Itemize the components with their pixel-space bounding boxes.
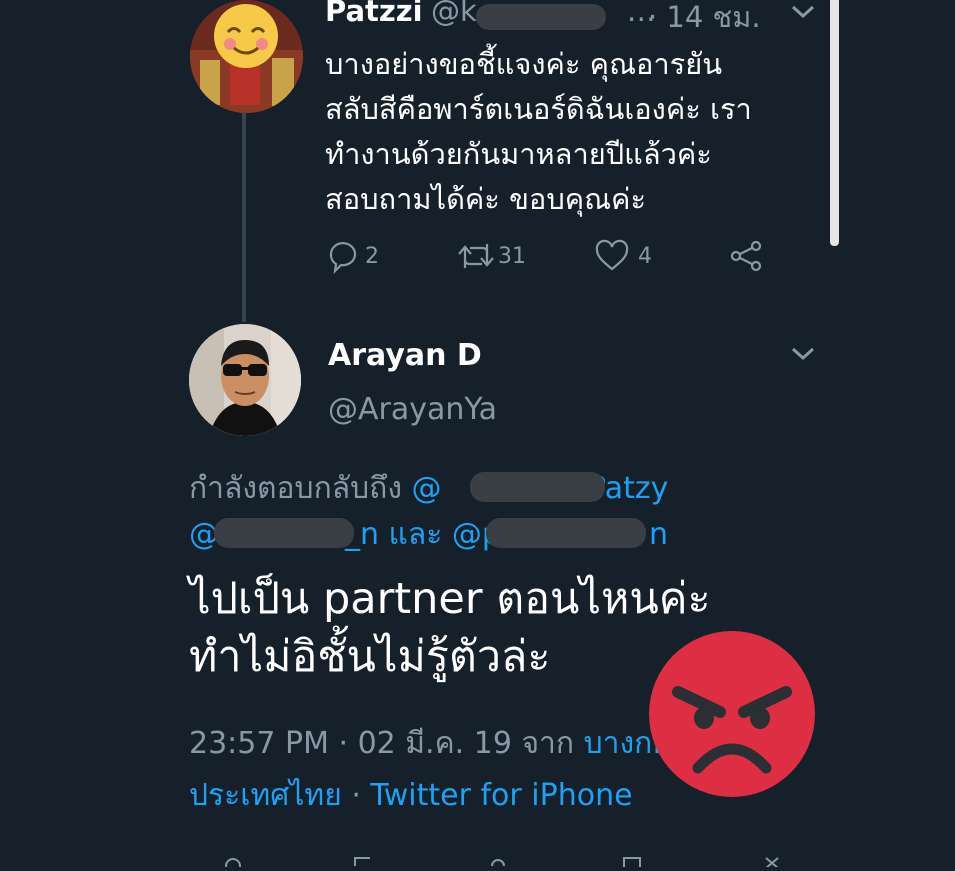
redaction-bar [470,472,605,502]
retweet-count: 31 [498,243,526,269]
tweet1-timestamp[interactable]: · 14 ชม. [648,0,761,40]
tweet2-author-handle[interactable]: @ArayanYa [328,392,497,427]
reply-button[interactable]: 2 [325,238,379,274]
angry-face-emoji [648,630,816,798]
redaction-bar [486,518,646,548]
mention-text: @ [411,471,442,506]
avatar-patzzi[interactable] [190,0,303,113]
like-button[interactable]: 4 [594,238,652,274]
chevron-down-icon[interactable] [790,4,816,24]
avatar-image [190,0,303,113]
meta-separator: · [341,778,371,813]
scrollbar[interactable] [830,0,839,246]
bottom-action-bar [200,852,800,871]
share-button[interactable] [728,238,764,274]
redaction-bar [476,4,606,30]
mention-text: n [648,517,668,552]
replying-to-label: กำลังตอบกลับถึง [189,471,412,506]
handle-text: @k [431,0,477,28]
retweet-icon [458,244,494,268]
heart-icon [595,239,629,271]
tweet1-text: บางอย่างขอชี้แจงค่ะ คุณอารยัน สลับสีคือพ… [325,47,752,216]
source-link[interactable]: Twitter for iPhone [370,778,632,813]
share-icon [730,240,762,272]
avatar-image [189,324,301,436]
tweet2-timestamp: 23:57 PM · 02 มี.ค. 19 จาก [189,726,584,761]
like-count: 4 [638,243,652,269]
and-word: และ [379,517,452,552]
avatar-arayan[interactable] [189,324,301,436]
retweet-button[interactable]: 31 [456,238,526,274]
reply-icon [329,242,357,274]
reply-count: 2 [365,243,379,269]
redaction-bar [214,518,354,548]
tweet1-author-name[interactable]: Patzzi [325,0,423,28]
tweet2-author-name[interactable]: Arayan D [328,338,482,373]
chevron-down-icon[interactable] [790,346,816,366]
thread-connector-line [242,110,246,322]
